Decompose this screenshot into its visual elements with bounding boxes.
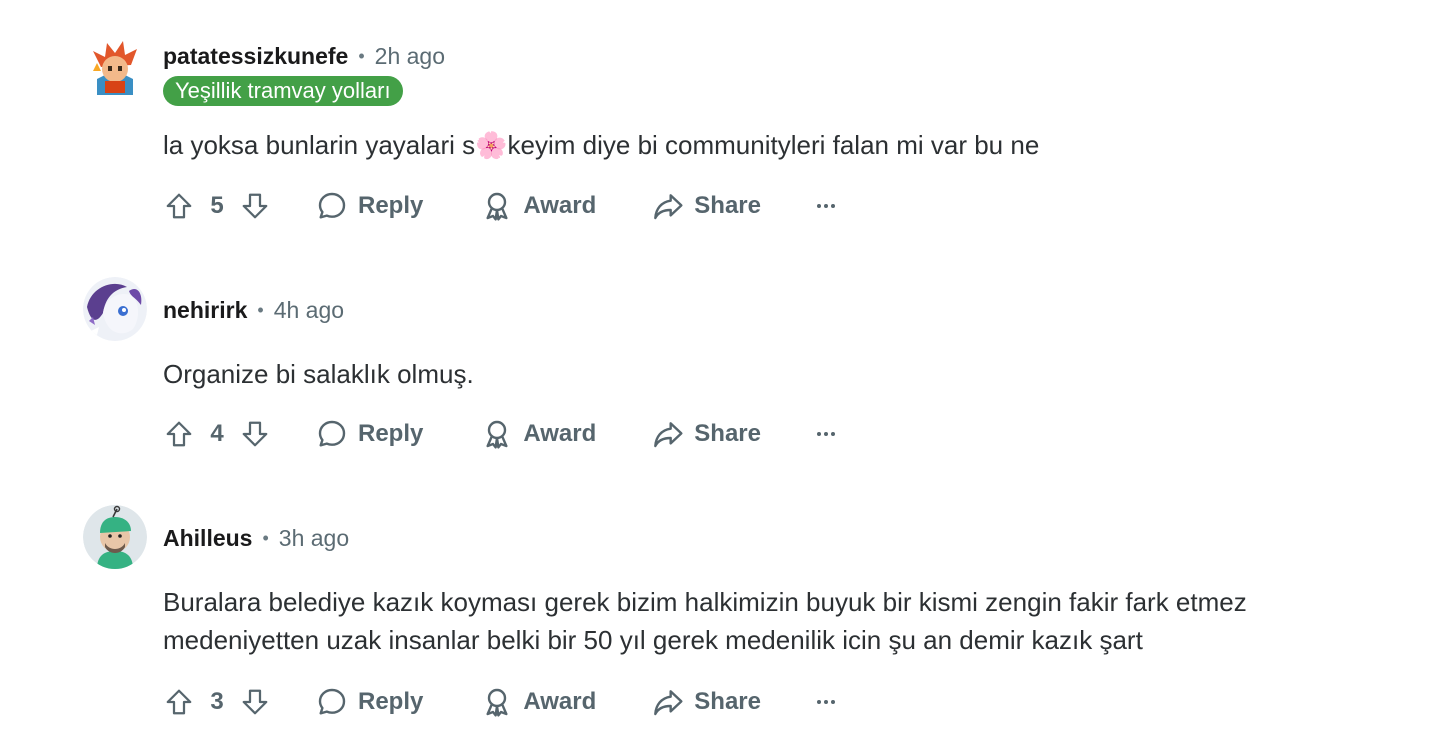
avatar[interactable] — [83, 37, 147, 101]
award-label: Award — [523, 192, 597, 219]
comment-bubble-icon — [318, 688, 346, 715]
share-arrow-icon — [654, 422, 683, 448]
separator-dot: • — [358, 45, 365, 66]
comment-body: Organize bi salaklık olmuş. — [163, 359, 474, 389]
award-button[interactable]: Award — [481, 418, 596, 450]
share-arrow-icon — [654, 690, 683, 716]
share-label: Share — [694, 420, 761, 447]
share-label: Share — [694, 688, 761, 715]
reply-label: Reply — [358, 192, 424, 219]
downvote-icon[interactable] — [238, 685, 272, 719]
user-flair: Yeşillik tramvay yolları — [163, 76, 403, 106]
username[interactable]: patatessizkunefe — [163, 43, 348, 70]
award-label: Award — [523, 688, 597, 715]
comment-actions: 3 Reply Award Share — [162, 682, 841, 722]
downvote-icon[interactable] — [238, 417, 272, 451]
upvote-icon[interactable] — [162, 189, 196, 223]
author-line: Ahilleus • 3h ago — [163, 522, 349, 554]
upvote-icon[interactable] — [162, 685, 196, 719]
share-arrow-icon — [654, 194, 683, 220]
award-ribbon-icon — [486, 688, 508, 717]
comment-body: Buralara belediye kazık koyması gerek bi… — [163, 587, 1247, 655]
more-options-icon[interactable] — [816, 422, 841, 446]
reply-button[interactable]: Reply — [316, 190, 423, 222]
more-options-icon[interactable] — [816, 690, 841, 714]
comment-actions: 4 Reply Award Share — [162, 414, 841, 454]
username[interactable]: nehirirk — [163, 297, 247, 324]
comment-body: la yoksa bunlarin yayalari s🌸keyim diye … — [163, 130, 1040, 160]
timestamp[interactable]: 4h ago — [274, 297, 344, 324]
upvote-icon[interactable] — [162, 417, 196, 451]
avatar[interactable] — [83, 277, 147, 341]
reply-label: Reply — [358, 420, 424, 447]
comment-bubble-icon — [318, 192, 346, 219]
award-button[interactable]: Award — [481, 190, 596, 222]
share-button[interactable]: Share — [652, 418, 761, 450]
avatar[interactable] — [83, 505, 147, 569]
author-line: patatessizkunefe • 2h ago — [163, 40, 445, 72]
comment-actions: 5 Reply Award Share — [162, 186, 841, 226]
award-label: Award — [523, 420, 597, 447]
separator-dot: • — [257, 299, 264, 320]
reply-label: Reply — [358, 688, 424, 715]
comment-bubble-icon — [318, 420, 346, 447]
share-button[interactable]: Share — [652, 190, 761, 222]
vote-score: 4 — [210, 420, 224, 447]
share-label: Share — [694, 192, 761, 219]
award-button[interactable]: Award — [481, 686, 596, 718]
share-button[interactable]: Share — [652, 686, 761, 718]
downvote-icon[interactable] — [238, 189, 272, 223]
username[interactable]: Ahilleus — [163, 525, 252, 552]
reply-button[interactable]: Reply — [316, 686, 423, 718]
separator-dot: • — [262, 527, 269, 548]
award-ribbon-icon — [486, 192, 508, 221]
vote-score: 5 — [210, 192, 224, 219]
reply-button[interactable]: Reply — [316, 418, 423, 450]
vote-score: 3 — [210, 688, 224, 715]
timestamp[interactable]: 3h ago — [279, 525, 349, 552]
timestamp[interactable]: 2h ago — [375, 43, 445, 70]
award-ribbon-icon — [486, 420, 508, 449]
more-options-icon[interactable] — [816, 194, 841, 218]
author-line: nehirirk • 4h ago — [163, 294, 344, 326]
